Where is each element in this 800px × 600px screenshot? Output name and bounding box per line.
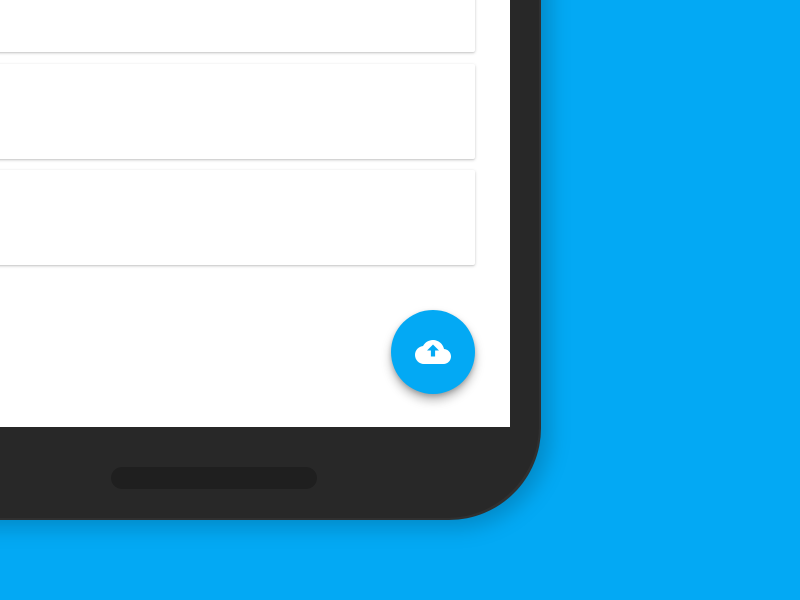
list-card[interactable]	[0, 170, 475, 265]
list-card[interactable]	[0, 0, 475, 52]
app-screen	[0, 0, 510, 427]
upload-button[interactable]	[391, 310, 475, 394]
home-indicator	[111, 467, 317, 489]
list-card[interactable]	[0, 64, 475, 159]
cloud-upload-icon	[415, 340, 451, 364]
phone-device	[0, 0, 541, 520]
